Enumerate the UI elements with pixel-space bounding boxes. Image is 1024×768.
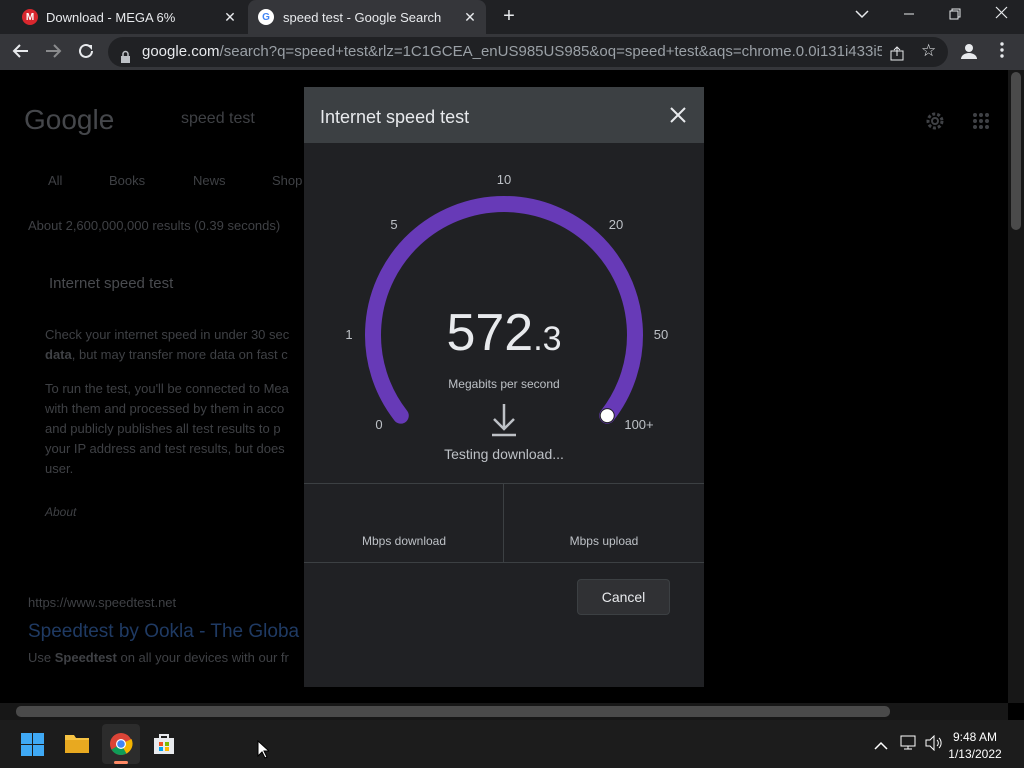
speed-value-decimal: .3 xyxy=(533,320,562,358)
scroll-thumb[interactable] xyxy=(16,706,890,717)
address-bar[interactable]: google.com/search?q=speed+test&rlz=1C1GC… xyxy=(108,37,948,67)
divider xyxy=(503,484,504,563)
gauge-needle-knob xyxy=(599,408,615,424)
card-line: To run the test, you'll be connected to … xyxy=(45,381,289,396)
card-line: Check your internet speed in under 30 se… xyxy=(45,327,290,342)
card-title: Internet speed test xyxy=(49,275,174,292)
gauge-tick-label: 5 xyxy=(390,217,398,232)
card-line: data, but may transfer more data on fast… xyxy=(45,345,289,365)
result-stats: About 2,600,000,000 results (0.39 second… xyxy=(28,218,281,233)
result-title-link[interactable]: Speedtest by Ookla - The Globa xyxy=(28,621,299,643)
download-arrow-icon xyxy=(491,403,517,442)
tab-news[interactable]: News xyxy=(193,173,226,188)
tab-all[interactable]: All xyxy=(48,173,62,188)
about-link[interactable]: About xyxy=(45,505,76,519)
tab-title: speed test - Google Search xyxy=(283,9,442,25)
active-app-indicator xyxy=(114,761,128,764)
tab-strip: M Download - MEGA 6% ✕ G speed test - Go… xyxy=(0,0,1024,34)
gauge-tick-label: 0 xyxy=(375,417,383,432)
card-line: and publicly publishes all test results … xyxy=(45,421,281,436)
apps-grid-icon[interactable] xyxy=(972,112,990,135)
speed-units: Megabits per second xyxy=(448,377,560,391)
speed-test-dialog: Internet speed test 0 1 5 10 20 50 100+ … xyxy=(304,87,704,687)
url-domain: google.com xyxy=(142,43,220,60)
snippet-post: on all your devices with our fr xyxy=(116,650,289,665)
card-text: Check your internet speed in under 30 se… xyxy=(45,325,289,479)
forward-arrow-icon[interactable] xyxy=(42,42,64,65)
result-snippet: Use Speedtest on all your devices with o… xyxy=(28,650,289,665)
result-url[interactable]: https://www.speedtest.net xyxy=(28,595,176,610)
gauge-tick-label: 10 xyxy=(496,172,512,187)
browser-toolbar: google.com/search?q=speed+test&rlz=1C1GC… xyxy=(0,34,1024,70)
back-arrow-icon[interactable] xyxy=(10,42,32,65)
card-bold: data xyxy=(45,347,72,362)
tab-search-chevron-icon[interactable] xyxy=(852,8,872,22)
url-path: /search?q=speed+test&rlz=1C1GCEA_enUS985… xyxy=(219,43,882,60)
speed-readout: 572.3 xyxy=(304,303,704,363)
horizontal-scrollbar[interactable] xyxy=(0,703,1008,720)
card-line: user. xyxy=(45,461,74,476)
network-icon[interactable] xyxy=(900,735,918,756)
download-stat-label: Mbps download xyxy=(361,534,447,548)
tab-title: Download - MEGA 6% xyxy=(46,9,176,25)
cancel-button[interactable]: Cancel xyxy=(577,579,670,615)
divider xyxy=(304,562,704,563)
card-line-rest: , but may transfer more data on fast c xyxy=(71,347,288,362)
start-windows-icon[interactable] xyxy=(21,733,44,761)
gauge-tick-label: 20 xyxy=(608,217,624,232)
taskbar-date[interactable]: 1/13/2022 xyxy=(940,747,1010,761)
minimize-window-icon[interactable] xyxy=(898,6,920,24)
profile-avatar-icon[interactable] xyxy=(958,41,980,66)
upload-stat-label: Mbps upload xyxy=(569,534,639,548)
new-tab-button[interactable]: + xyxy=(498,5,520,28)
tab-books[interactable]: Books xyxy=(109,173,145,188)
taskbar: 9:48 AM 1/13/2022 xyxy=(0,720,1024,768)
mouse-cursor-icon xyxy=(257,739,271,764)
scroll-thumb[interactable] xyxy=(1011,72,1021,230)
bookmark-star-icon[interactable]: ☆ xyxy=(921,42,936,60)
card-line: your IP address and test results, but do… xyxy=(45,441,285,456)
close-tab-icon[interactable]: ✕ xyxy=(222,9,238,25)
chrome-taskbar-icon[interactable] xyxy=(102,724,140,764)
close-tab-icon[interactable]: ✕ xyxy=(462,9,478,25)
speed-value-whole: 572 xyxy=(446,304,534,362)
google-logo[interactable]: Google xyxy=(24,104,114,136)
snippet-pre: Use xyxy=(28,650,55,665)
store-icon[interactable] xyxy=(152,732,176,761)
mega-icon: M xyxy=(22,9,38,25)
taskbar-time[interactable]: 9:48 AM xyxy=(940,730,1010,744)
vertical-scrollbar[interactable] xyxy=(1008,70,1024,703)
tab-google-search[interactable]: G speed test - Google Search ✕ xyxy=(248,0,486,34)
tab-shop[interactable]: Shop xyxy=(272,173,302,188)
test-status: Testing download... xyxy=(444,446,564,462)
settings-gear-icon[interactable] xyxy=(924,110,946,137)
close-window-icon[interactable] xyxy=(990,6,1012,24)
divider xyxy=(304,483,704,484)
card-line: with them and processed by them in acco xyxy=(45,401,285,416)
menu-dots-icon[interactable] xyxy=(992,42,1012,63)
share-icon[interactable] xyxy=(889,43,905,73)
search-input[interactable]: speed test xyxy=(181,110,255,128)
tab-mega[interactable]: M Download - MEGA 6% ✕ xyxy=(8,0,246,34)
restore-window-icon[interactable] xyxy=(944,7,966,25)
gauge-tick-label: 100+ xyxy=(624,417,654,432)
google-icon: G xyxy=(258,9,274,25)
reload-icon[interactable] xyxy=(75,42,97,65)
file-explorer-icon[interactable] xyxy=(64,732,90,759)
show-hidden-icons-chevron-icon[interactable] xyxy=(874,738,888,756)
snippet-bold: Speedtest xyxy=(54,650,117,665)
